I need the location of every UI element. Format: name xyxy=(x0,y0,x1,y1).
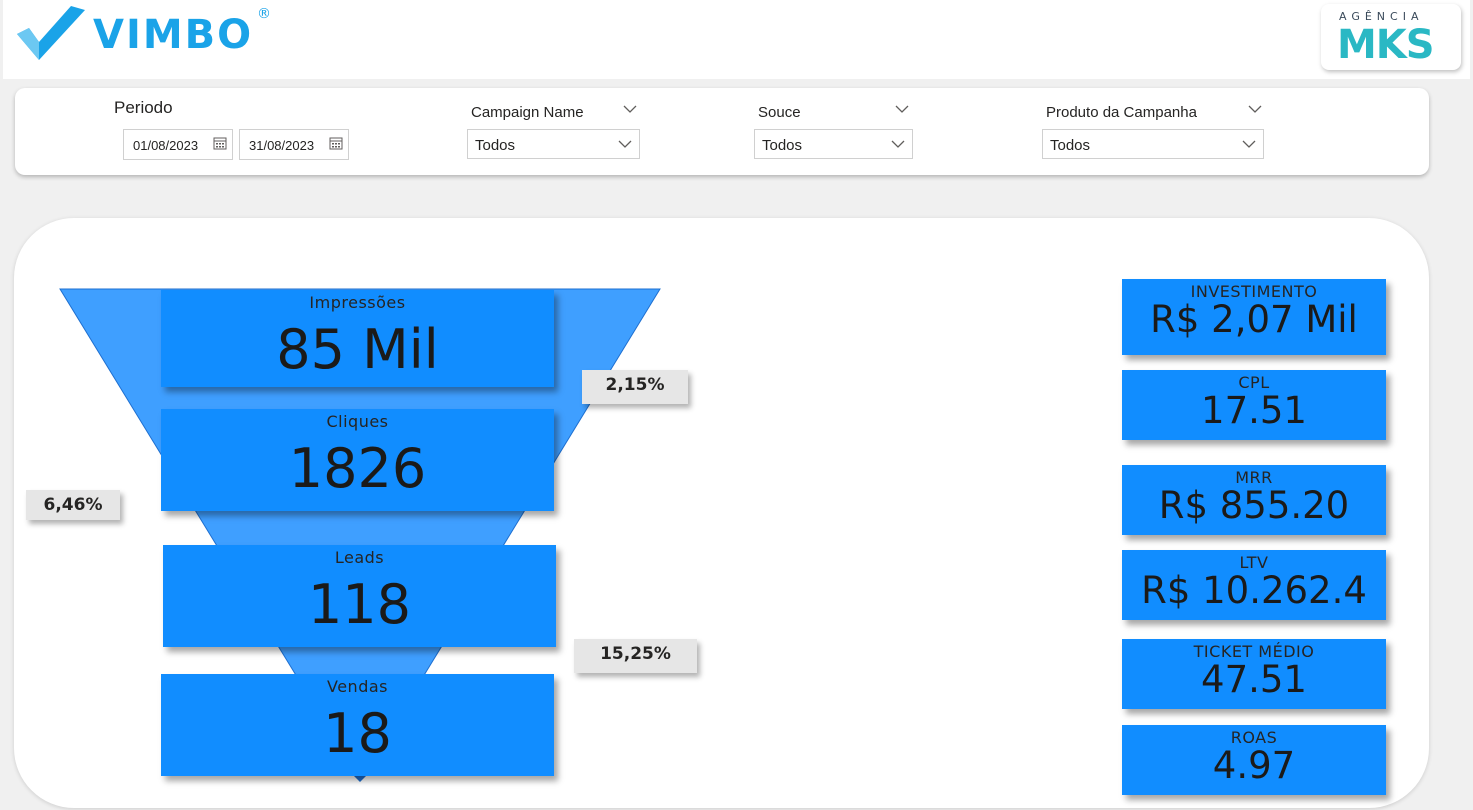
rate-click-to-lead-badge: 6,46% xyxy=(26,490,120,520)
rate-lead-to-sale-badge: 15,25% xyxy=(574,639,697,673)
kpi-ticket-medio: TICKET MÉDIO 47.51 xyxy=(1122,639,1386,709)
funnel-stage-impressoes: Impressões 85 Mil xyxy=(161,290,554,387)
kpi-value: R$ 855.20 xyxy=(1158,484,1350,527)
kpi-cpl: CPL 17.51 xyxy=(1122,370,1386,440)
kpi-value: R$ 2,07 Mil xyxy=(1150,298,1358,341)
funnel-stage-label: Cliques xyxy=(326,412,389,431)
funnel-stage-vendas: Vendas 18 xyxy=(161,674,554,776)
kpi-investimento: INVESTIMENTO R$ 2,07 Mil xyxy=(1122,279,1386,355)
kpi-value: 17.51 xyxy=(1201,389,1307,432)
kpi-mrr: MRR R$ 855.20 xyxy=(1122,465,1386,535)
funnel-stage-cliques: Cliques 1826 xyxy=(161,409,554,511)
funnel-stage-label: Leads xyxy=(334,548,385,567)
rate-ctr-badge: 2,15% xyxy=(582,370,688,404)
funnel-stage-value: 118 xyxy=(307,573,412,636)
funnel-tip xyxy=(354,776,366,782)
funnel-stage-leads: Leads 118 xyxy=(163,545,556,647)
kpi-value: 47.51 xyxy=(1201,658,1307,701)
kpi-roas: ROAS 4.97 xyxy=(1122,725,1386,795)
kpi-ltv: LTV R$ 10.262.4 xyxy=(1122,550,1386,620)
kpi-value: 4.97 xyxy=(1212,744,1296,787)
funnel-stage-value: 1826 xyxy=(288,437,427,500)
funnel-stage-value: 18 xyxy=(323,702,392,765)
funnel-stage-label: Impressões xyxy=(309,293,406,312)
funnel-stage-value: 85 Mil xyxy=(276,318,439,381)
kpi-value: R$ 10.262.4 xyxy=(1141,569,1367,612)
funnel-stage-label: Vendas xyxy=(327,677,388,696)
